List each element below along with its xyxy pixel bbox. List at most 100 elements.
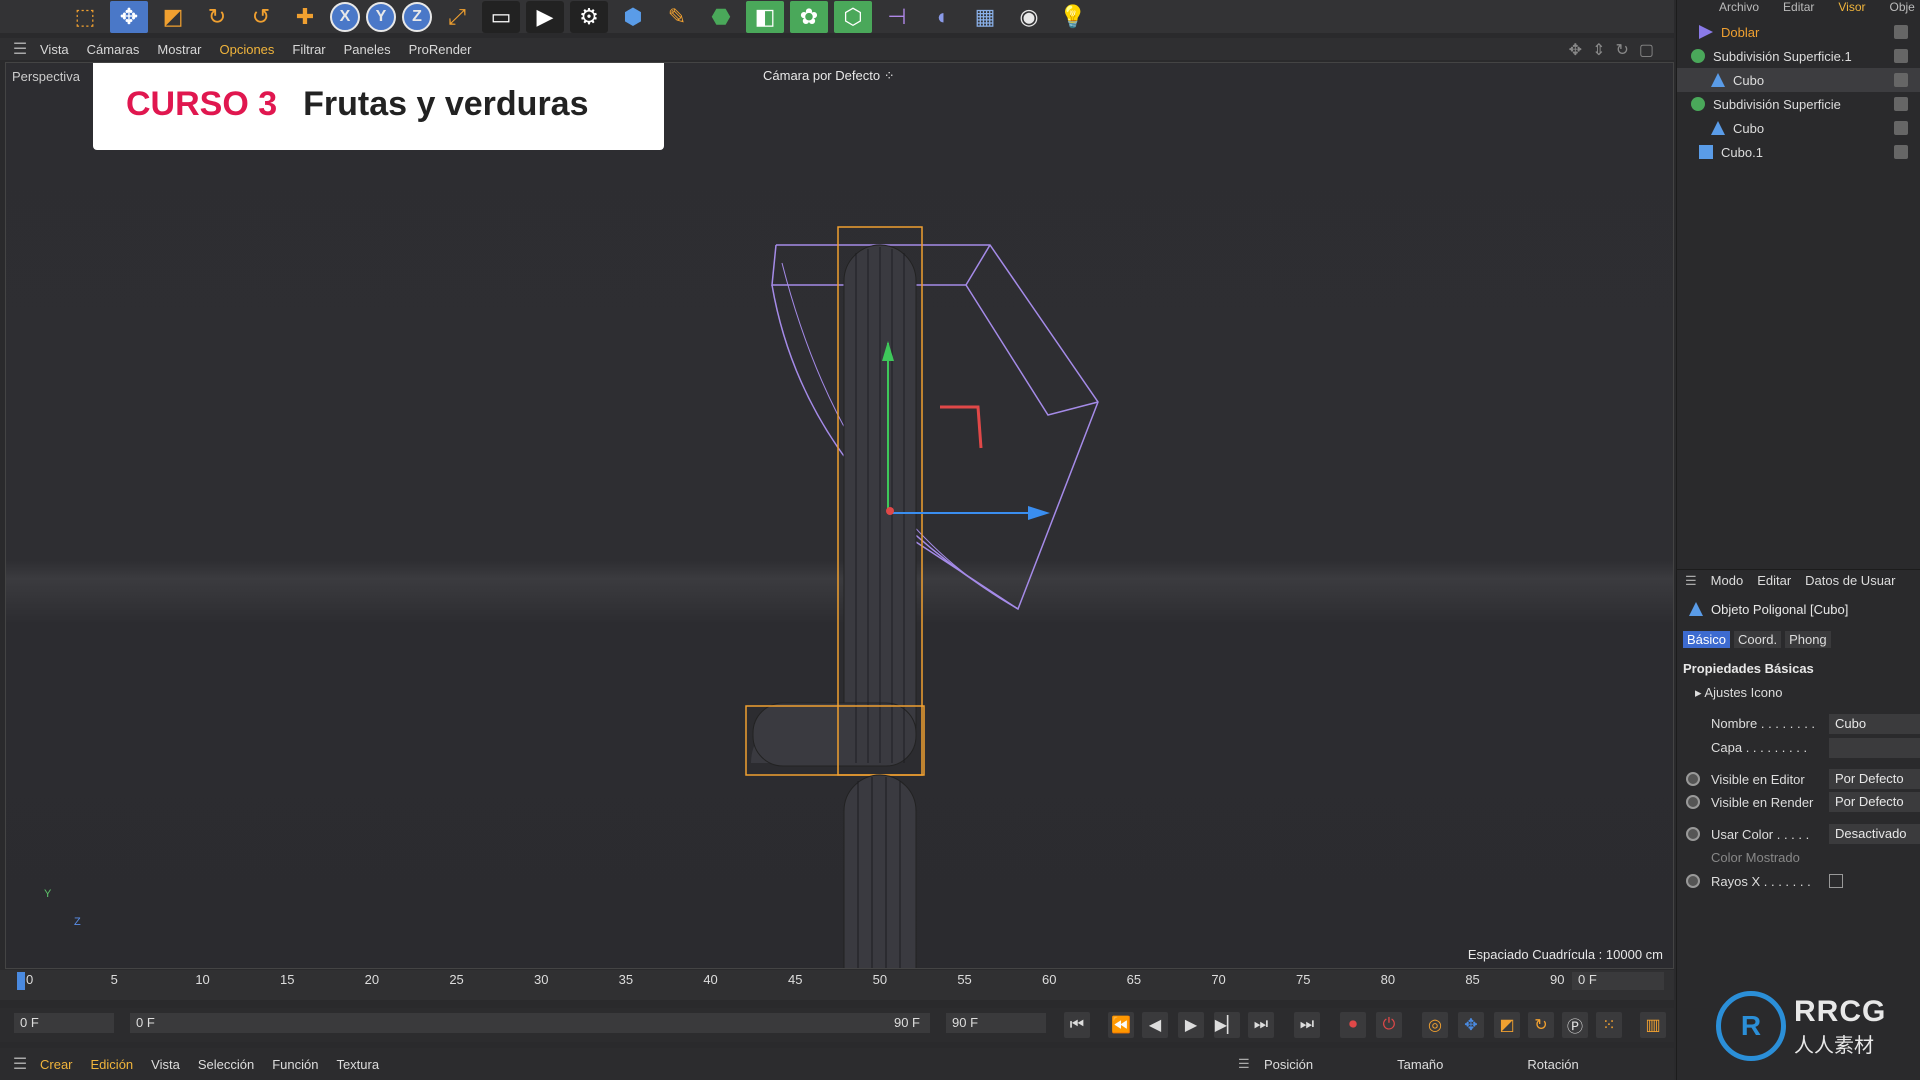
x-axis-icon[interactable]: X [330,1,360,32]
visibility-check[interactable] [1894,73,1908,87]
keyframe-selection-icon[interactable]: ◎ [1422,1012,1448,1038]
om-menu-archivo[interactable]: Archivo [1719,0,1759,14]
om-menu-visor[interactable]: Visor [1838,0,1865,14]
render-settings-icon[interactable]: ⚙ [570,0,608,33]
menu-textura[interactable]: Textura [336,1057,379,1072]
prev-frame-icon[interactable]: ◀ [1142,1012,1168,1038]
start-frame-field[interactable]: 0 F [14,1013,114,1033]
menu-vista[interactable]: Vista [40,42,69,57]
timeline-window-icon[interactable]: ▥ [1640,1012,1666,1038]
cube-icon[interactable]: ⬢ [614,1,652,33]
anim-radio[interactable] [1686,795,1700,809]
object-row-cubo-1[interactable]: Cubo.1 [1677,140,1920,164]
key-param-icon[interactable]: Ⓟ [1562,1012,1588,1038]
goto-end-icon[interactable]: ⏭ [1294,1012,1320,1038]
attr-menu-datos[interactable]: Datos de Usuar [1805,573,1895,588]
select-icon[interactable]: ⬚ [66,1,104,33]
end-frame-field[interactable]: 90 F [946,1013,1046,1033]
pen-icon[interactable]: ✎ [658,1,696,33]
usar-color-dropdown[interactable]: Desactivado [1829,824,1920,844]
visibility-check[interactable] [1894,145,1908,159]
3d-viewport[interactable]: Perspectiva Cámara por Defecto ⁘ CURSO 3… [5,62,1674,969]
om-menu-objetos[interactable]: Obje [1890,0,1915,14]
visibility-check[interactable] [1894,49,1908,63]
visible-render-dropdown[interactable]: Por Defecto [1829,792,1920,812]
attr-menu-editar[interactable]: Editar [1757,573,1791,588]
coord-system-icon[interactable]: ⤢ [438,1,476,33]
menu-edicion[interactable]: Edición [91,1057,134,1072]
key-position-icon[interactable]: ✥ [1458,1012,1484,1038]
range-field[interactable]: 0 F 90 F [130,1013,930,1033]
key-scale-icon[interactable]: ◩ [1494,1012,1520,1038]
menu-opciones[interactable]: Opciones [219,42,274,57]
extrude-icon[interactable]: ◧ [746,0,784,33]
viewport-menu-icon[interactable]: ☰ [0,39,40,59]
scale-icon[interactable]: ◩ [154,1,192,33]
object-row-doblar[interactable]: Doblar [1677,20,1920,44]
rotate-icon[interactable]: ↻ [198,1,236,33]
menu-crear[interactable]: Crear [40,1057,73,1072]
menu-seleccion[interactable]: Selección [198,1057,254,1072]
capa-input[interactable] [1829,738,1920,758]
key-rotation-icon[interactable]: ↻ [1528,1012,1554,1038]
orbit-icon[interactable]: ↻ [1615,40,1628,60]
menu-mostrar[interactable]: Mostrar [157,42,201,57]
goto-first-key-icon[interactable]: ⏪ [1108,1012,1134,1038]
scene-model[interactable] [6,63,1674,969]
menu-camaras[interactable]: Cámaras [87,42,140,57]
timeline-ruler[interactable]: 0 5 10 15 20 25 30 35 40 45 50 55 60 65 70 75 80 85 90 0 F [0,970,1674,1000]
menu-funcion[interactable]: Función [272,1057,318,1072]
cloner-icon[interactable]: ✿ [790,0,828,33]
visibility-check[interactable] [1894,25,1908,39]
z-axis-icon[interactable]: Z [402,1,432,32]
goto-start-icon[interactable]: ⏮ [1064,1012,1090,1038]
maximize-icon[interactable]: ▢ [1639,40,1654,60]
pan-icon[interactable]: ✥ [1569,40,1582,60]
autokey-icon[interactable]: ⏻ [1376,1012,1402,1038]
attributes-menu-icon[interactable]: ☰ [1685,573,1697,589]
render-region-icon[interactable]: ▭ [482,0,520,33]
next-frame-icon[interactable]: ▶▏ [1214,1012,1240,1038]
visibility-check[interactable] [1894,121,1908,135]
recent-tools-icon[interactable]: ↺ [242,1,280,33]
tab-phong[interactable]: Phong [1785,631,1831,648]
voronoi-icon[interactable]: ⬡ [834,0,872,33]
menu-paneles[interactable]: Paneles [344,42,391,57]
key-pla-icon[interactable]: ⁙ [1596,1012,1622,1038]
playhead[interactable] [17,972,25,990]
nombre-input[interactable]: Cubo [1829,714,1920,734]
anim-radio[interactable] [1686,874,1700,888]
record-icon[interactable]: ⏺ [1340,1012,1366,1038]
object-row-subdivision[interactable]: Subdivisión Superficie [1677,92,1920,116]
axis-add-icon[interactable]: ✚ [286,1,324,33]
deformer-icon[interactable]: ◖ [922,1,960,33]
floor-icon[interactable]: ▦ [966,1,1004,33]
anim-radio[interactable] [1686,772,1700,786]
material-menu-icon[interactable]: ☰ [0,1054,40,1074]
coords-menu-icon[interactable]: ☰ [1238,1056,1250,1072]
visibility-check[interactable] [1894,97,1908,111]
goto-last-key-icon[interactable]: ⏭ [1248,1012,1274,1038]
play-icon[interactable]: ▶ [1178,1012,1204,1038]
tab-coord[interactable]: Coord. [1734,631,1782,648]
om-menu-editar[interactable]: Editar [1783,0,1814,14]
render-view-icon[interactable]: ▶ [526,0,564,33]
tab-basico[interactable]: Básico [1683,631,1731,648]
y-axis-icon[interactable]: Y [366,1,396,32]
subdivision-icon[interactable]: ⬣ [702,1,740,33]
ajustes-icono-toggle[interactable]: ▸ Ajustes Icono [1695,685,1782,701]
menu-vista-materials[interactable]: Vista [151,1057,180,1072]
bend-icon[interactable]: ⊣ [878,1,916,33]
object-row-cubo-selected[interactable]: Cubo [1677,68,1920,92]
menu-prorender[interactable]: ProRender [409,42,472,57]
anim-radio[interactable] [1686,827,1700,841]
dolly-icon[interactable]: ⇕ [1592,40,1605,60]
object-row-cubo[interactable]: Cubo [1677,116,1920,140]
camera-icon[interactable]: ◉ [1010,1,1048,33]
light-icon[interactable]: 💡 [1054,1,1092,33]
current-frame-field[interactable]: 0 F [1572,972,1664,990]
visible-editor-dropdown[interactable]: Por Defecto [1829,769,1920,789]
menu-filtrar[interactable]: Filtrar [292,42,325,57]
attr-menu-modo[interactable]: Modo [1711,573,1744,588]
move-icon[interactable]: ✥ [110,0,148,33]
